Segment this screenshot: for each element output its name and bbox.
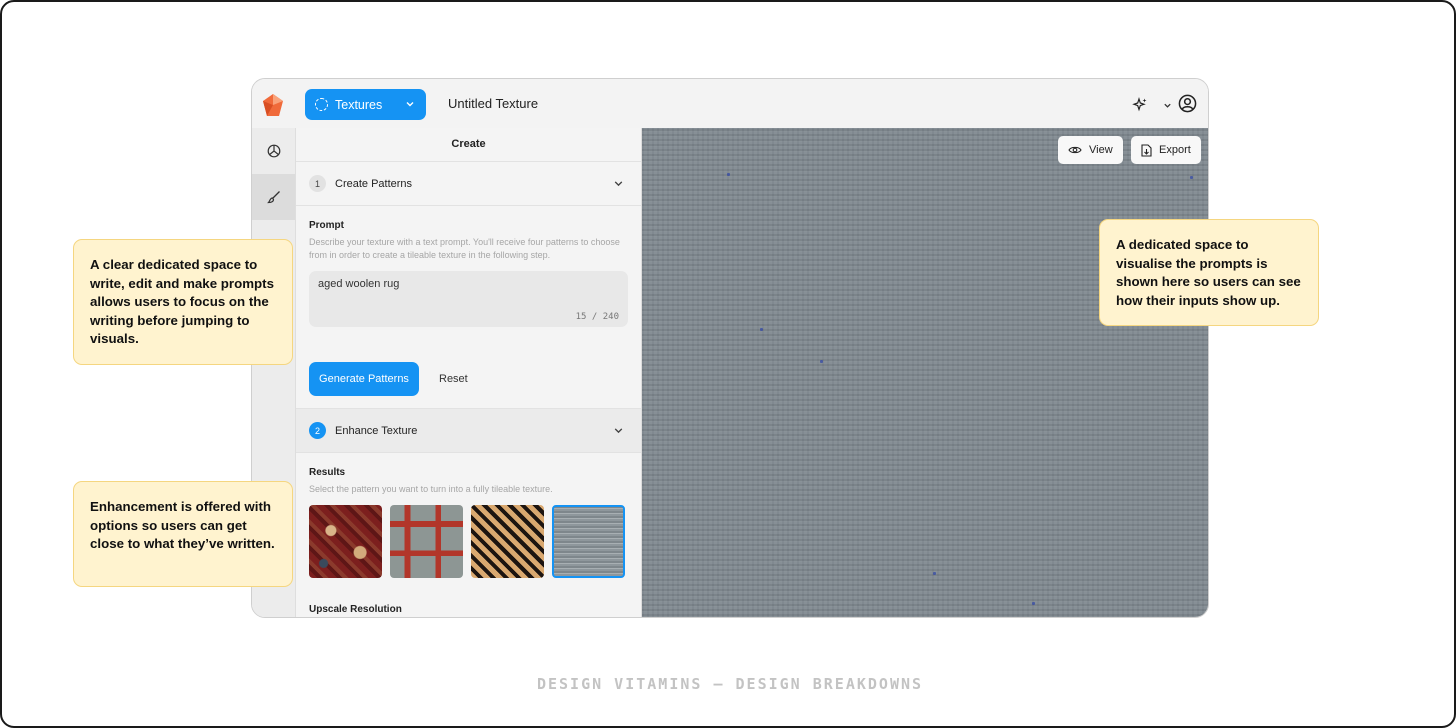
texture-fleck	[727, 173, 730, 176]
character-counter: 15 / 240	[575, 312, 619, 322]
callout-enhancement: Enhancement is offered with options so u…	[73, 481, 293, 587]
generate-patterns-button[interactable]: Generate Patterns	[309, 362, 419, 396]
app-window: Textures Untitled Texture Create 1 Creat…	[251, 78, 1209, 618]
account-icon[interactable]	[1178, 94, 1197, 113]
prompt-label: Prompt	[309, 220, 344, 231]
result-pattern-2[interactable]	[390, 505, 463, 578]
document-title[interactable]: Untitled Texture	[448, 96, 538, 111]
results-label: Results	[309, 467, 346, 478]
view-label: View	[1089, 144, 1113, 156]
panel-title: Create	[296, 128, 641, 162]
export-label: Export	[1159, 144, 1191, 156]
export-button[interactable]: Export	[1131, 136, 1201, 164]
texture-fleck	[1190, 176, 1193, 179]
texture-fleck	[820, 360, 823, 363]
callout-prompt-space: A clear dedicated space to write, edit a…	[73, 239, 293, 365]
textures-mode-button[interactable]: Textures	[305, 89, 426, 120]
prompt-value: aged woolen rug	[318, 278, 400, 290]
step-number: 1	[309, 175, 326, 192]
chevron-down-icon	[406, 102, 414, 107]
slide-frame: Textures Untitled Texture Create 1 Creat…	[0, 0, 1456, 728]
results-grid	[309, 505, 628, 578]
create-panel: Create 1 Create Patterns Prompt Describe…	[296, 128, 642, 617]
step-label: Create Patterns	[335, 177, 413, 190]
eye-icon	[1068, 146, 1082, 154]
top-bar: Textures Untitled Texture	[252, 79, 1208, 129]
texture-fleck	[1032, 602, 1035, 605]
brush-icon	[266, 191, 280, 204]
result-pattern-3[interactable]	[471, 505, 544, 578]
chevron-down-icon	[614, 181, 623, 187]
export-file-icon	[1141, 143, 1152, 157]
step-number: 2	[309, 422, 326, 439]
sidebar-item-brush[interactable]	[252, 174, 295, 220]
upscale-label: Upscale Resolution	[309, 604, 402, 615]
gem-logo-icon	[263, 94, 283, 116]
step-create-patterns[interactable]: 1 Create Patterns	[296, 162, 641, 206]
dotted-circle-icon	[315, 98, 328, 111]
reset-button[interactable]: Reset	[439, 373, 468, 385]
result-pattern-4[interactable]	[552, 505, 625, 578]
prompt-input[interactable]: aged woolen rug 15 / 240	[309, 271, 628, 327]
view-button[interactable]: View	[1058, 136, 1123, 164]
step-label: Enhance Texture	[335, 424, 418, 437]
texture-preview[interactable]: View Export	[642, 128, 1208, 617]
chevron-down-icon	[614, 428, 623, 434]
texture-fleck	[933, 572, 936, 575]
prompt-description: Describe your texture with a text prompt…	[309, 237, 620, 260]
palette-icon	[267, 144, 280, 158]
textures-mode-label: Textures	[335, 97, 383, 112]
results-description: Select the pattern you want to turn into…	[309, 484, 553, 494]
footer-credit: DESIGN VITAMINS – DESIGN BREAKDOWNS	[536, 675, 924, 693]
texture-fleck	[760, 328, 763, 331]
divider	[296, 396, 641, 409]
callout-visualise-space: A dedicated space to visualise the promp…	[1099, 219, 1319, 326]
step-enhance-texture[interactable]: 2 Enhance Texture	[296, 409, 641, 453]
result-pattern-1[interactable]	[309, 505, 382, 578]
chevron-down-icon[interactable]	[1163, 101, 1172, 110]
sparkle-icon[interactable]	[1132, 97, 1148, 113]
sidebar-item-palette[interactable]	[252, 128, 295, 174]
